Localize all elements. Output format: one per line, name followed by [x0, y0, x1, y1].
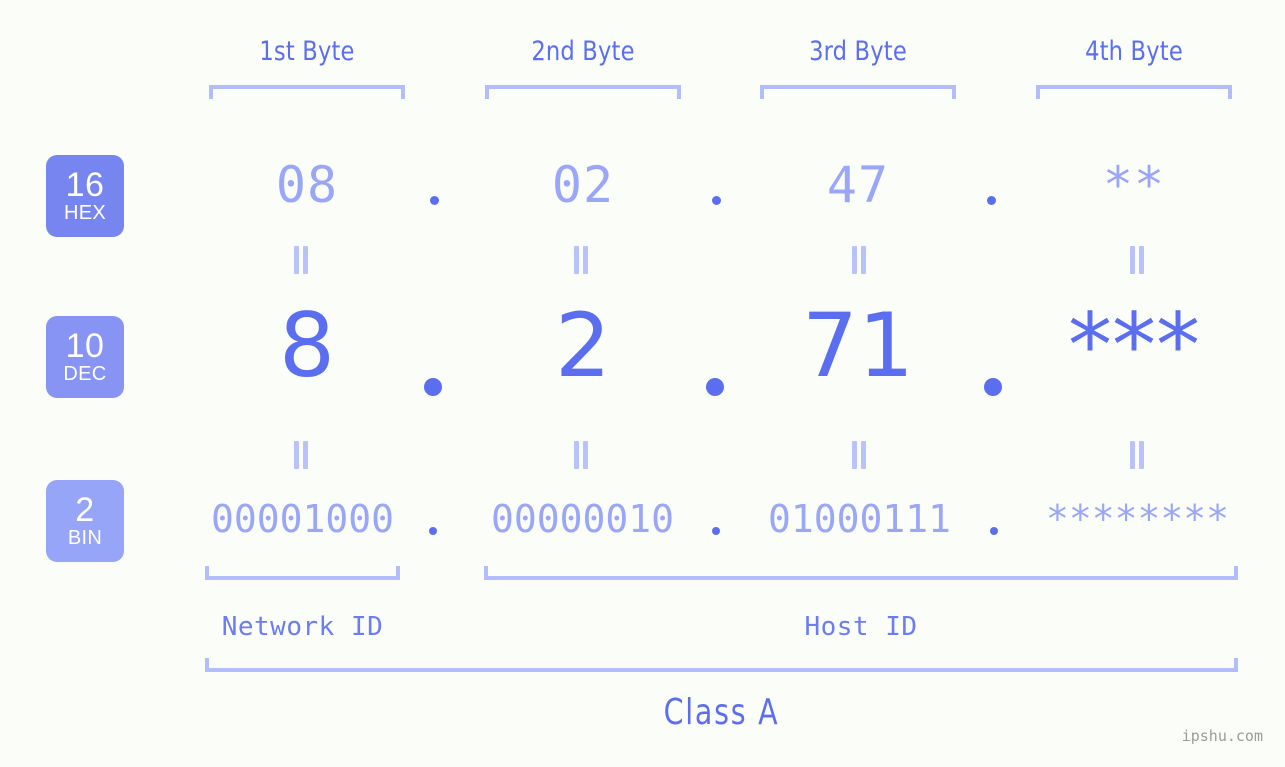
hex-separator-dot-2: [712, 196, 721, 205]
base-badge-dec-label: DEC: [63, 362, 107, 385]
network-id-label: Network ID: [221, 612, 384, 642]
host-id-bracket: [484, 566, 1238, 580]
dec-byte-4-value: ***: [1068, 294, 1200, 397]
dec-byte-2-value: 2: [555, 294, 611, 397]
dec-separator-dot-3: [984, 378, 1002, 396]
byte-header-3-label: 3rd Byte: [809, 36, 907, 67]
hex-byte-2-value: 02: [551, 156, 615, 214]
byte-bracket-2: [485, 85, 681, 99]
dec-separator-dot-1: [424, 378, 442, 396]
class-bracket: [205, 658, 1238, 672]
equals-hex-dec-3: [851, 246, 867, 274]
byte-bracket-4: [1036, 85, 1232, 99]
base-badge-hex-label: HEX: [63, 201, 107, 224]
class-label: Class A: [663, 692, 780, 733]
bin-separator-dot-3: [990, 527, 998, 535]
host-id-label: Host ID: [804, 612, 918, 642]
bin-byte-2-value: 00000010: [490, 497, 675, 541]
bin-byte-3-value: 01000111: [767, 497, 952, 541]
byte-header-4-label: 4th Byte: [1085, 36, 1183, 67]
equals-hex-dec-4: [1129, 246, 1145, 274]
ip-byte-diagram: 1st Byte 2nd Byte 3rd Byte 4th Byte 16 H…: [0, 0, 1285, 767]
byte-header-2: 2nd Byte: [492, 32, 674, 72]
hex-byte-1-value: 08: [275, 156, 339, 214]
byte-bracket-3: [760, 85, 956, 99]
equals-dec-bin-4: [1129, 441, 1145, 469]
watermark: ipshu.com: [1181, 727, 1263, 745]
equals-dec-bin-2: [573, 441, 589, 469]
bin-byte-1-value: 00001000: [210, 497, 395, 541]
byte-bracket-1: [209, 85, 405, 99]
hex-byte-4-value: **: [1102, 156, 1166, 214]
equals-hex-dec-2: [573, 246, 589, 274]
dec-byte-3-value: 71: [802, 294, 914, 397]
base-badge-hex[interactable]: 16 HEX: [46, 155, 124, 237]
bin-separator-dot-2: [712, 527, 720, 535]
byte-header-1-label: 1st Byte: [259, 36, 355, 67]
equals-hex-dec-1: [293, 246, 309, 274]
base-badge-dec-number: 10: [65, 326, 105, 365]
hex-byte-3-value: 47: [826, 156, 890, 214]
byte-header-3: 3rd Byte: [767, 32, 949, 72]
byte-header-4: 4th Byte: [1043, 32, 1225, 72]
base-badge-bin-label: BIN: [67, 526, 103, 549]
base-badge-bin[interactable]: 2 BIN: [46, 480, 124, 562]
hex-separator-dot-3: [987, 196, 996, 205]
hex-separator-dot-1: [430, 196, 439, 205]
equals-dec-bin-1: [293, 441, 309, 469]
dec-byte-1-value: 8: [279, 294, 335, 397]
network-id-bracket: [205, 566, 400, 580]
byte-header-2-label: 2nd Byte: [531, 36, 635, 67]
bin-byte-4-value: ********: [1045, 497, 1230, 541]
equals-dec-bin-3: [851, 441, 867, 469]
dec-separator-dot-2: [706, 378, 724, 396]
base-badge-dec[interactable]: 10 DEC: [46, 316, 124, 398]
byte-header-1: 1st Byte: [216, 32, 398, 72]
base-badge-bin-number: 2: [75, 490, 95, 529]
bin-separator-dot-1: [429, 527, 437, 535]
base-badge-hex-number: 16: [65, 165, 105, 204]
